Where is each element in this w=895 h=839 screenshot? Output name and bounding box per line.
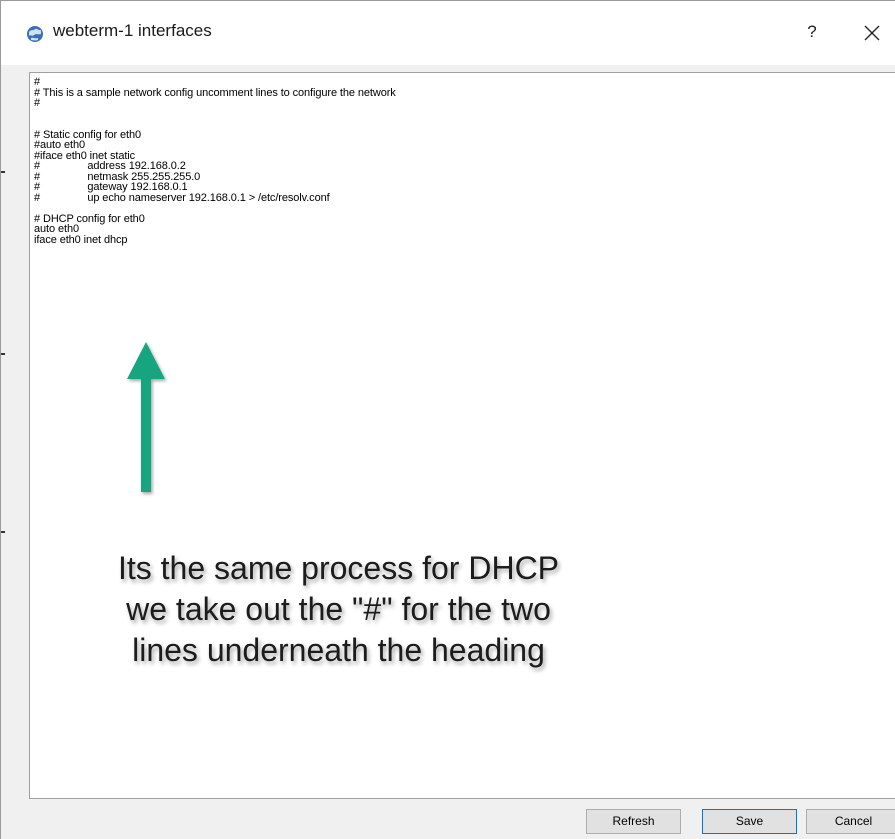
close-button[interactable]: [851, 15, 891, 49]
close-icon[interactable]: [851, 25, 891, 53]
edge-mark: [1, 171, 5, 173]
editor-line: auto eth0: [34, 223, 79, 235]
help-button[interactable]: ?: [797, 15, 827, 49]
edge-mark: [1, 353, 5, 355]
annotation-text: Its the same process for DHCP we take ou…: [71, 548, 606, 671]
interfaces-dialog: webterm-1 interfaces ? # # This is a sam…: [0, 0, 895, 839]
editor-line: # up echo nameserver 192.168.0.1 > /etc/…: [34, 191, 330, 204]
cancel-button[interactable]: Cancel: [806, 809, 895, 834]
editor-content[interactable]: # # This is a sample network config unco…: [34, 77, 396, 245]
editor-line: # Static config for eth0: [34, 128, 142, 141]
editor-line: #: [34, 76, 41, 88]
app-globe-icon: [26, 25, 44, 43]
annotation-line: Its the same process for DHCP: [117, 550, 560, 586]
edge-mark: [1, 531, 5, 533]
editor-line: #auto eth0: [34, 139, 85, 151]
annotation-arrow-icon: [127, 342, 165, 492]
annotation-line: lines underneath the heading: [132, 632, 545, 668]
editor-line: #: [34, 97, 41, 109]
editor-line: # DHCP config for eth0: [34, 212, 145, 225]
editor-line: # This is a sample network config uncomm…: [34, 86, 396, 99]
refresh-button[interactable]: Refresh: [586, 809, 681, 834]
annotation-line: we take out the "#" for the two: [126, 591, 551, 627]
window-title: webterm-1 interfaces: [53, 21, 212, 40]
save-button[interactable]: Save: [702, 809, 797, 834]
editor-line: # address 192.168.0.2: [34, 160, 186, 172]
title-bar: webterm-1 interfaces ?: [1, 1, 895, 65]
editor-line: # gateway 192.168.0.1: [34, 181, 188, 193]
editor-line: iface eth0 inet dhcp: [34, 233, 128, 246]
